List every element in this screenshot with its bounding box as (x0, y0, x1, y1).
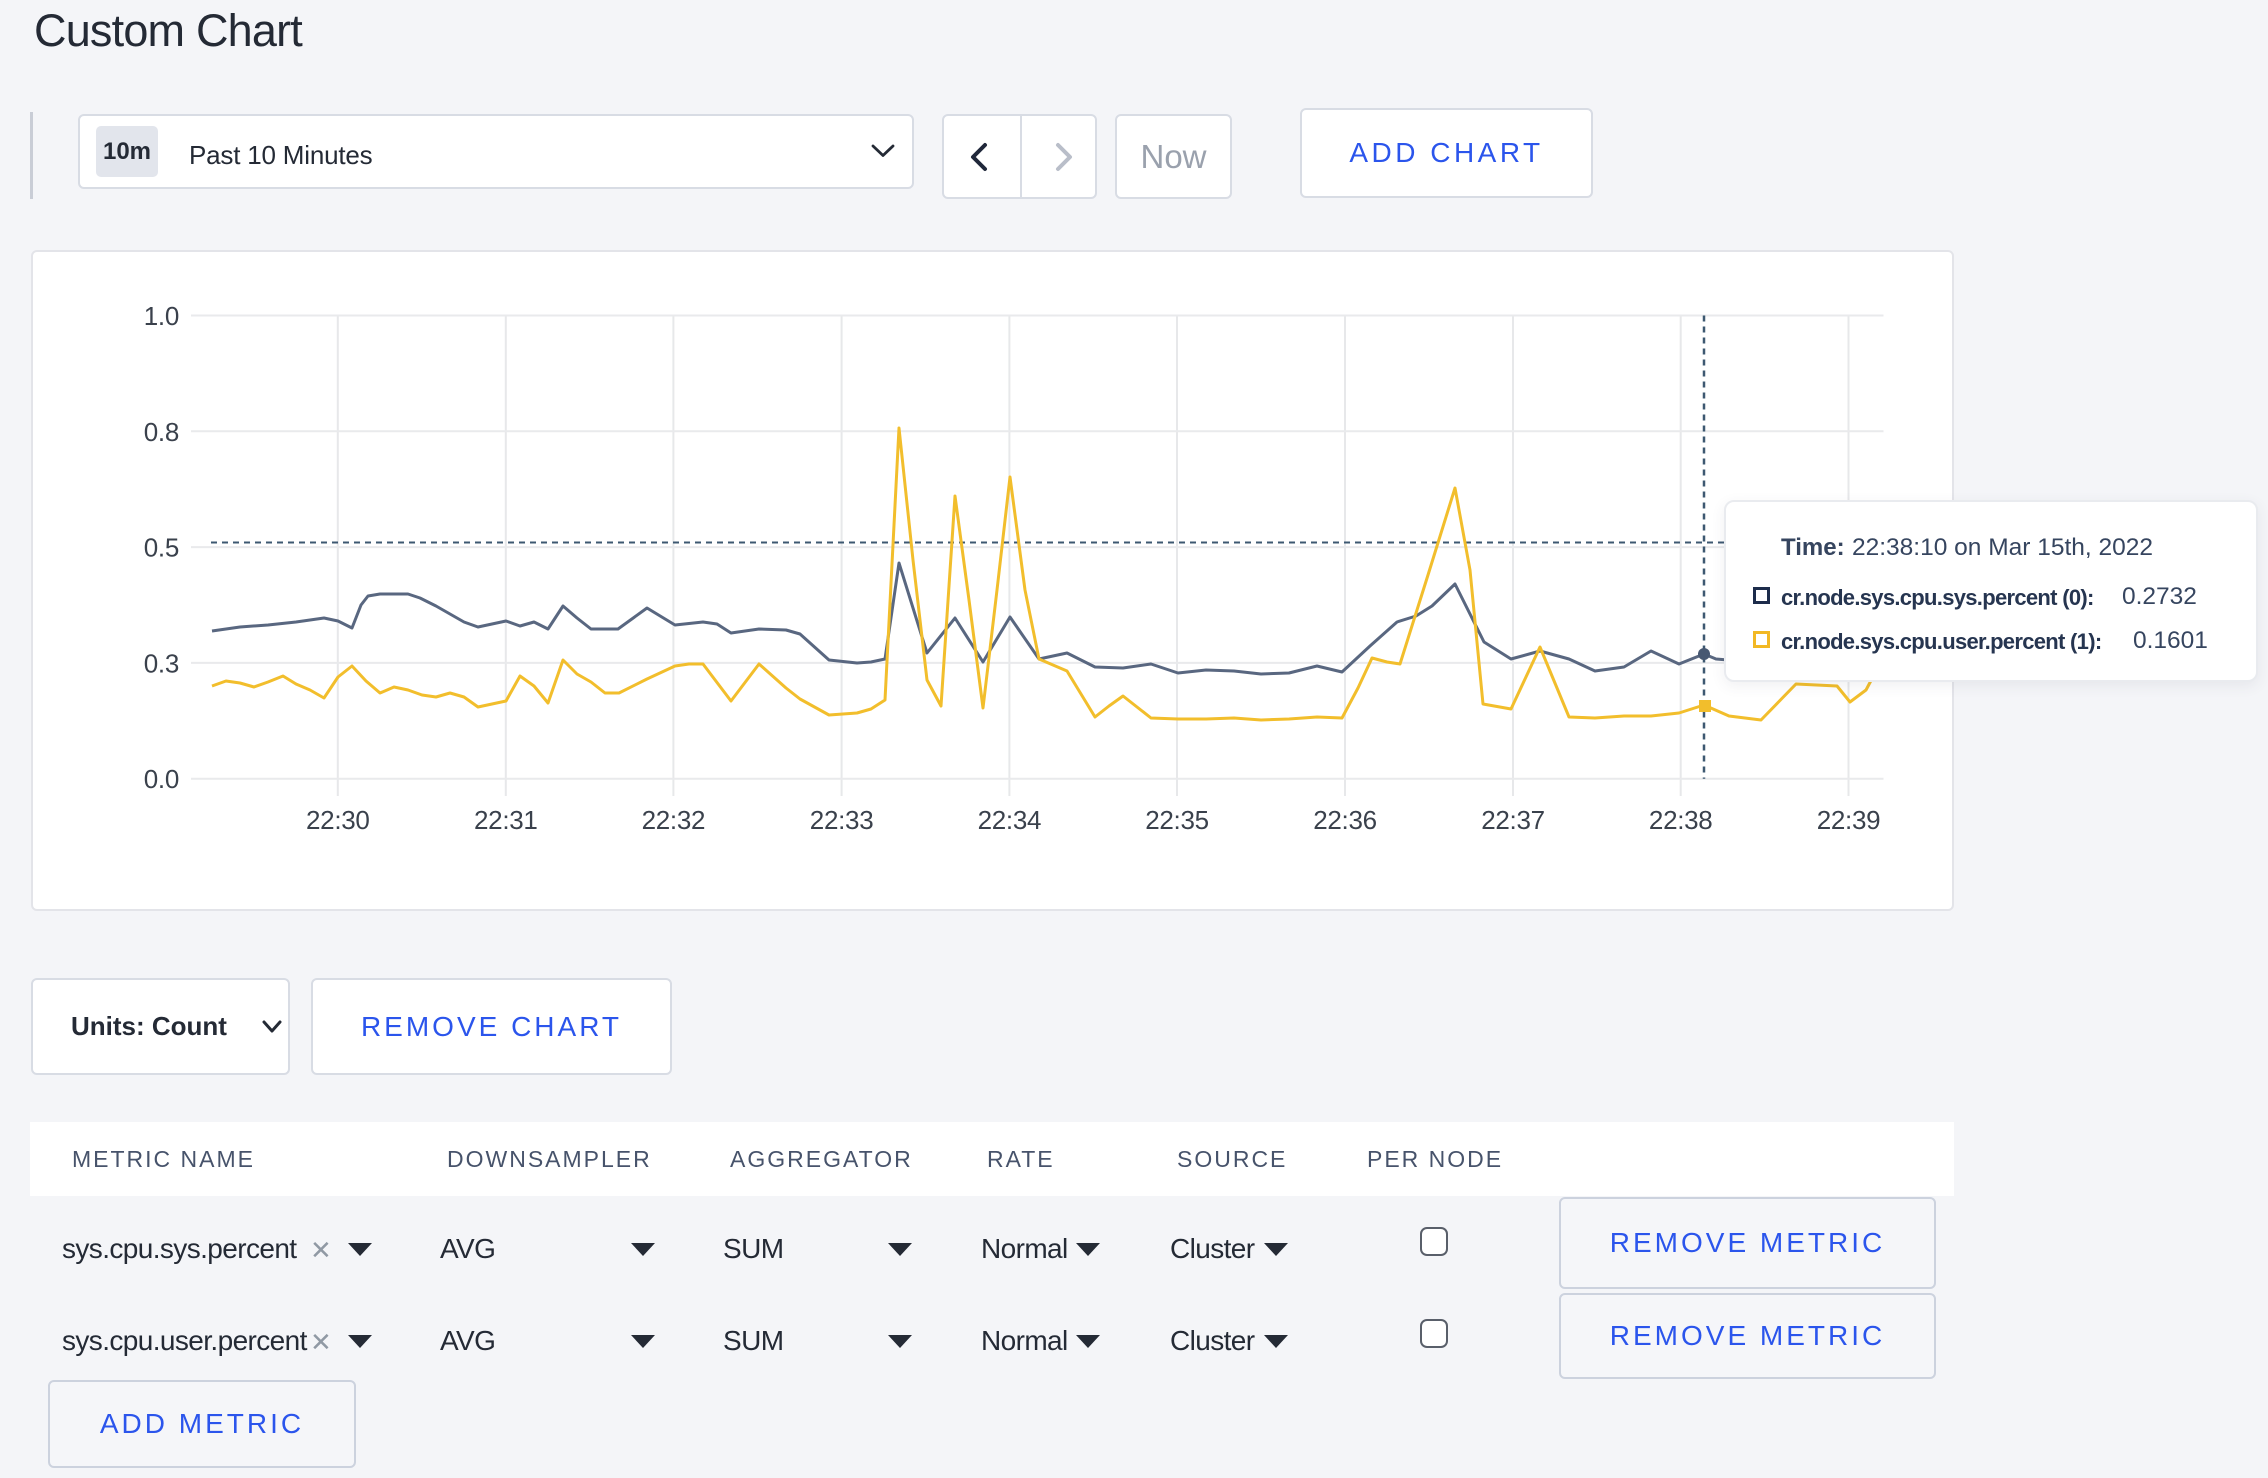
svg-text:22:32: 22:32 (642, 805, 706, 835)
svg-text:1.0: 1.0 (144, 301, 179, 331)
svg-text:0.3: 0.3 (144, 648, 179, 678)
svg-text:0.5: 0.5 (144, 533, 179, 563)
svg-text:0.0: 0.0 (144, 764, 179, 794)
svg-text:22:31: 22:31 (474, 805, 538, 835)
svg-text:22:36: 22:36 (1313, 805, 1377, 835)
svg-text:22:35: 22:35 (1145, 805, 1209, 835)
svg-text:22:34: 22:34 (978, 805, 1042, 835)
svg-text:22:38: 22:38 (1649, 805, 1713, 835)
svg-text:22:39: 22:39 (1817, 805, 1881, 835)
svg-text:0.8: 0.8 (144, 417, 179, 447)
svg-text:22:33: 22:33 (810, 805, 874, 835)
svg-text:22:30: 22:30 (306, 805, 370, 835)
svg-text:22:37: 22:37 (1481, 805, 1545, 835)
